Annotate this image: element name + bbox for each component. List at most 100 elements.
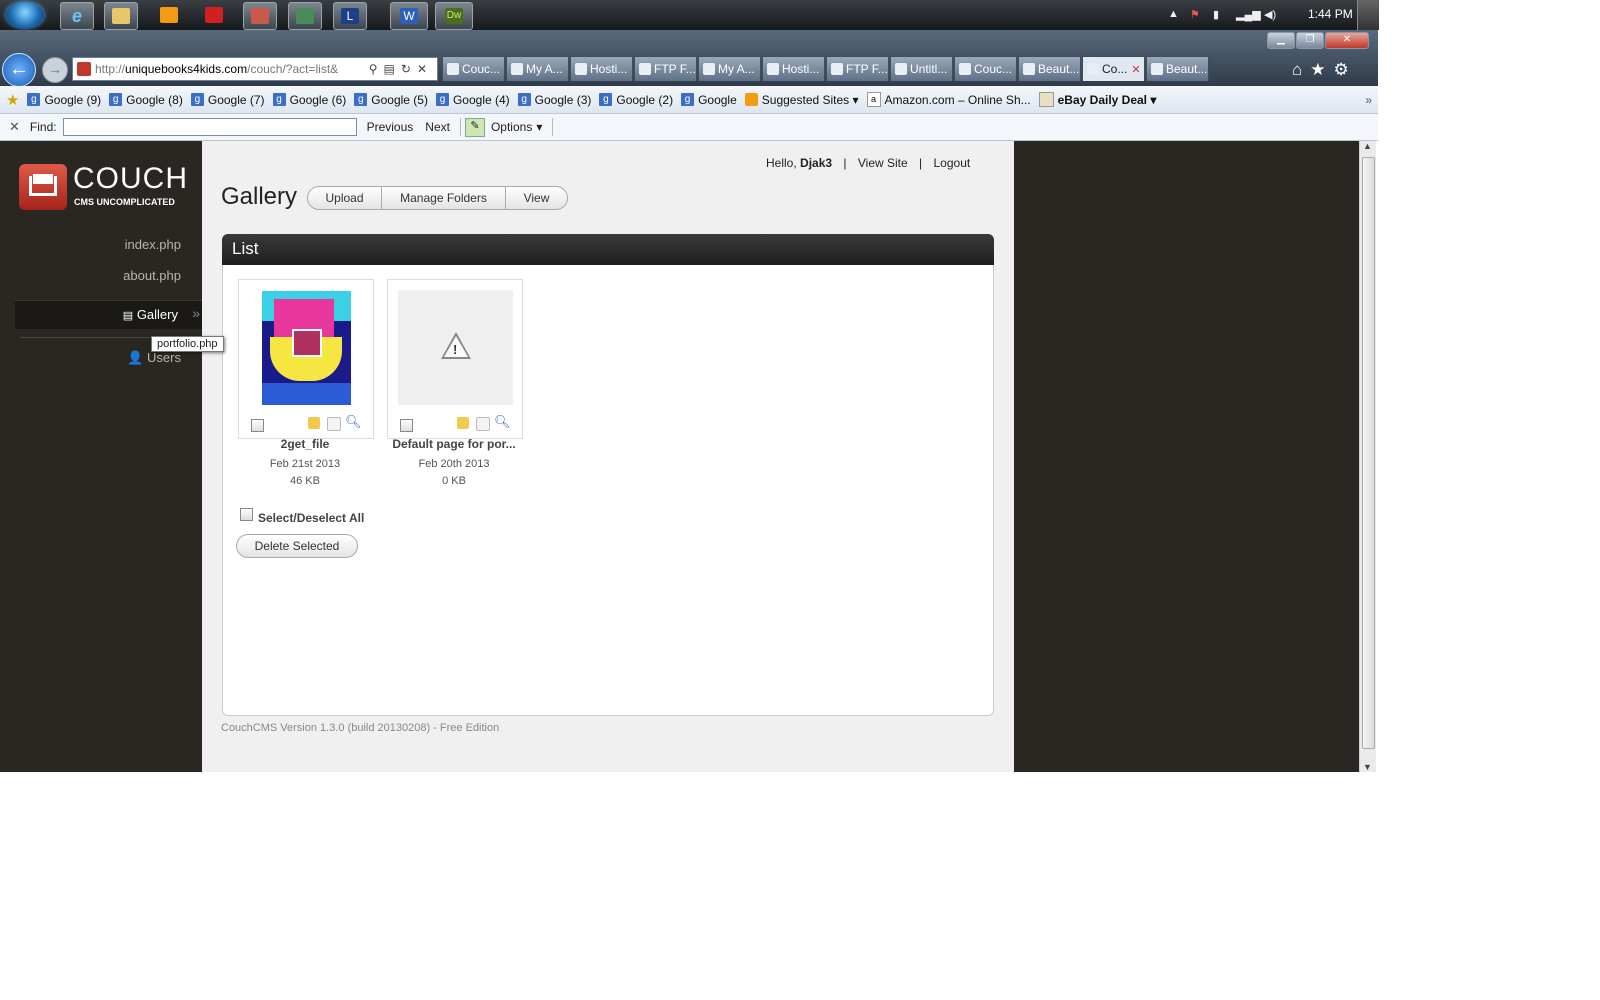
favorite-google-link[interactable]: g Google (4)	[435, 93, 510, 107]
item-name[interactable]: Default page for por...	[379, 437, 529, 451]
gallery-item-card[interactable]: 🔍︎	[238, 279, 374, 439]
nav-index-php[interactable]: index.php	[125, 237, 181, 252]
favorite-google-link[interactable]: g Google (9)	[27, 93, 101, 107]
refresh-icon[interactable]: ↻	[401, 62, 417, 76]
browser-tab[interactable]: FTP F...	[826, 56, 889, 81]
delete-file-icon[interactable]	[327, 417, 341, 431]
camera-taskbar-button[interactable]	[288, 2, 322, 30]
browser-tab[interactable]: Beaut...	[1018, 56, 1081, 81]
page-scrollbar[interactable]: ▲ ▼	[1359, 141, 1376, 772]
scroll-thumb[interactable]	[1362, 157, 1375, 749]
media-player-taskbar-button[interactable]	[153, 2, 185, 28]
l-app-taskbar-button[interactable]: L	[333, 2, 367, 30]
upload-button[interactable]: Upload	[307, 186, 382, 210]
browser-tab[interactable]: Untitl...	[890, 56, 953, 81]
signal-icon[interactable]: ▂▄▆	[1236, 8, 1261, 21]
view-button[interactable]: View	[506, 186, 568, 210]
home-icon[interactable]: ⌂	[1292, 60, 1310, 79]
stop-icon[interactable]: ✕	[417, 62, 433, 76]
browser-tab[interactable]: Hosti...	[570, 56, 633, 81]
browser-tab[interactable]: My A...	[506, 56, 569, 81]
close-find-icon[interactable]: ✕	[9, 119, 20, 135]
volume-icon[interactable]: ◀)	[1264, 8, 1276, 21]
window-icon	[251, 8, 269, 24]
favorites-star-icon[interactable]: ★	[1310, 60, 1333, 79]
forward-button[interactable]: →	[42, 57, 68, 83]
browser-tab[interactable]: FTP F...	[634, 56, 697, 81]
favbar-overflow-icon[interactable]: »	[1365, 93, 1372, 107]
back-button[interactable]: ←	[2, 53, 36, 87]
ie-taskbar-button[interactable]: e	[60, 2, 94, 30]
browser-tab[interactable]: Beaut...	[1146, 56, 1209, 81]
app-taskbar-button[interactable]	[243, 2, 277, 30]
find-previous-button[interactable]: Previous	[367, 120, 414, 134]
restore-button[interactable]: ❐	[1296, 32, 1324, 49]
suggested-sites-link[interactable]: Suggested Sites ▾	[744, 93, 859, 107]
highlight-pencil-icon[interactable]: ✎	[464, 117, 485, 137]
explorer-taskbar-button[interactable]	[104, 2, 138, 30]
scroll-up-icon[interactable]: ▲	[1363, 141, 1372, 151]
separator: |	[919, 156, 923, 170]
zoom-icon[interactable]: 🔍︎	[494, 414, 511, 430]
logout-link[interactable]: Logout	[934, 156, 971, 170]
item-checkbox[interactable]	[251, 419, 264, 432]
favorite-google-link[interactable]: g Google	[681, 93, 737, 107]
compat-icon[interactable]: ▤	[384, 62, 401, 76]
add-favorites-star-icon[interactable]: ★	[6, 91, 19, 109]
delete-selected-button[interactable]: Delete Selected	[236, 534, 358, 558]
item-checkbox[interactable]	[400, 419, 413, 432]
browser-tab[interactable]: Hosti...	[762, 56, 825, 81]
battery-icon[interactable]: ▮	[1213, 8, 1219, 21]
scroll-down-icon[interactable]: ▼	[1363, 762, 1372, 772]
nav-users[interactable]: 👤 Users	[127, 350, 181, 366]
nav-about-php[interactable]: about.php	[123, 268, 181, 283]
browser-tab[interactable]: My A...	[698, 56, 761, 81]
edit-pencil-icon[interactable]	[308, 417, 320, 429]
nav-gallery[interactable]: ▤ Gallery »	[15, 300, 202, 329]
show-desktop-button[interactable]	[1357, 0, 1379, 30]
ship-thumbnail[interactable]	[262, 291, 351, 405]
gallery-item-card[interactable]: ! 🔍︎	[387, 279, 523, 439]
ebay-daily-deal-link[interactable]: eBay Daily Deal ▾	[1038, 92, 1156, 107]
dreamweaver-taskbar-button[interactable]: Dw	[435, 2, 473, 30]
clock[interactable]: 1:44 PM	[1308, 7, 1353, 21]
google-icon: g	[681, 93, 695, 106]
favorite-google-link[interactable]: g Google (2)	[599, 93, 673, 107]
gear-icon[interactable]: ⚙	[1334, 60, 1357, 79]
start-button[interactable]	[6, 2, 44, 28]
browser-tab[interactable]: Couc...	[442, 56, 505, 81]
favorite-google-link[interactable]: g Google (7)	[190, 93, 265, 107]
favorite-google-link[interactable]: g Google (3)	[517, 93, 591, 107]
item-name[interactable]: 2get_file	[230, 437, 380, 451]
youtube-taskbar-button[interactable]	[198, 2, 230, 28]
flag-icon[interactable]: ⚑	[1190, 8, 1200, 21]
favorite-google-link[interactable]: g Google (6)	[272, 93, 346, 107]
delete-file-icon[interactable]	[476, 417, 490, 431]
browser-tab[interactable]: Couc...	[954, 56, 1017, 81]
placeholder-thumbnail[interactable]: !	[398, 290, 513, 405]
find-options-button[interactable]: Options	[491, 120, 532, 134]
browser-tab[interactable]: Co... ✕	[1082, 56, 1145, 81]
address-bar[interactable]: http://uniquebooks4kids.com/couch/?act=l…	[72, 57, 438, 81]
close-tab-icon[interactable]: ✕	[1131, 64, 1140, 76]
find-input[interactable]	[62, 118, 357, 136]
favorite-google-link[interactable]: g Google (5)	[354, 93, 428, 107]
tab-favicon-icon	[767, 63, 779, 75]
google-icon: g	[109, 93, 123, 106]
amazon-link[interactable]: a Amazon.com – Online Sh...	[866, 92, 1031, 107]
edit-pencil-icon[interactable]	[457, 417, 469, 429]
select-all-label[interactable]: Select/Deselect All	[258, 511, 364, 525]
minimize-button[interactable]: ▁	[1267, 32, 1295, 49]
zoom-icon[interactable]: 🔍︎	[345, 414, 362, 430]
tray-chevron-icon[interactable]: ▲	[1168, 8, 1179, 20]
select-all-checkbox[interactable]	[240, 508, 253, 521]
close-window-button[interactable]: ✕	[1325, 32, 1369, 49]
word-taskbar-button[interactable]: W	[390, 2, 428, 30]
find-next-button[interactable]: Next	[425, 120, 450, 134]
favorite-google-link[interactable]: g Google (8)	[109, 93, 183, 107]
search-icon[interactable]: ⚲	[369, 62, 384, 76]
manage-folders-button[interactable]: Manage Folders	[382, 186, 506, 210]
options-caret-icon[interactable]: ▾	[536, 120, 542, 134]
view-site-link[interactable]: View Site	[858, 156, 908, 170]
couch-logo-icon[interactable]	[19, 164, 67, 210]
